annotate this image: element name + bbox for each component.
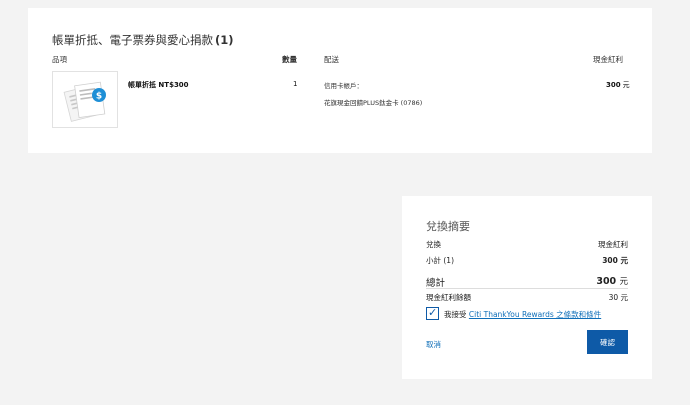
column-header-reward: 現金紅利 bbox=[593, 55, 623, 64]
terms-text: 我接受 Citi ThankYou Rewards 之條款和條件 bbox=[444, 309, 601, 320]
summary-divider bbox=[426, 288, 628, 289]
redemption-summary-panel: 兌換摘要 兌換 現金紅利 小計 (1) 300 元 總計 300 元 現金紅利餘… bbox=[402, 196, 652, 379]
checkmark-icon: ✓ bbox=[428, 306, 438, 319]
terms-link[interactable]: Citi ThankYou Rewards 之條款和條件 bbox=[469, 310, 601, 319]
subtotal-value: 300 元 bbox=[602, 256, 628, 265]
subtotal-label: 小計 (1) bbox=[426, 256, 455, 265]
total-row: 總計 300 元 bbox=[426, 275, 628, 289]
balance-row: 現金紅利餘額 30 元 bbox=[426, 292, 628, 303]
summary-header-row: 兌換 現金紅利 bbox=[426, 239, 628, 250]
total-unit: 元 bbox=[619, 277, 628, 287]
item-reward: 300 元 bbox=[606, 80, 630, 90]
section-title-text: 帳單折抵、電子票券與愛心捐款 bbox=[52, 33, 213, 47]
order-items-panel: 帳單折抵、電子票券與愛心捐款 (1) 品項 數量 配送 現金紅利 $ 帳單折抵 N… bbox=[28, 8, 652, 153]
column-header-shipping: 配送 bbox=[324, 55, 339, 64]
total-value: 300 bbox=[596, 276, 617, 287]
dollar-coin-document-icon: $ bbox=[63, 81, 106, 122]
subtotal-row: 小計 (1) 300 元 bbox=[426, 255, 628, 266]
terms-prefix: 我接受 bbox=[444, 310, 467, 319]
terms-checkbox[interactable]: ✓ bbox=[426, 306, 439, 320]
item-name: 帳單折抵 NT$300 bbox=[128, 81, 189, 89]
section-item-count: (1) bbox=[215, 33, 234, 47]
item-reward-unit: 元 bbox=[622, 81, 630, 89]
card-account-label: 信用卡帳戶： bbox=[324, 82, 363, 90]
balance-label: 現金紅利餘額 bbox=[426, 293, 471, 302]
card-account-value: 花旗現金回饋PLUS鈦金卡 (0786) bbox=[324, 99, 423, 107]
balance-value: 30 元 bbox=[608, 293, 628, 302]
section-title: 帳單折抵、電子票券與愛心捐款 (1) bbox=[52, 32, 234, 48]
summary-title: 兌換摘要 bbox=[426, 220, 470, 233]
cancel-link[interactable]: 取消 bbox=[426, 339, 441, 350]
total-amount: 300 元 bbox=[596, 275, 628, 287]
summary-header-left: 兌換 bbox=[426, 240, 441, 249]
summary-header-right: 現金紅利 bbox=[598, 240, 628, 249]
item-qty: 1 bbox=[293, 80, 298, 88]
svg-text:$: $ bbox=[96, 92, 102, 102]
confirm-button[interactable]: 確認 bbox=[587, 330, 628, 354]
terms-agreement: ✓ 我接受 Citi ThankYou Rewards 之條款和條件 bbox=[426, 306, 628, 321]
item-thumbnail: $ bbox=[52, 71, 118, 128]
item-reward-value: 300 bbox=[606, 81, 621, 89]
column-header-items: 品項 bbox=[52, 55, 67, 64]
column-header-qty: 數量 bbox=[282, 55, 297, 64]
